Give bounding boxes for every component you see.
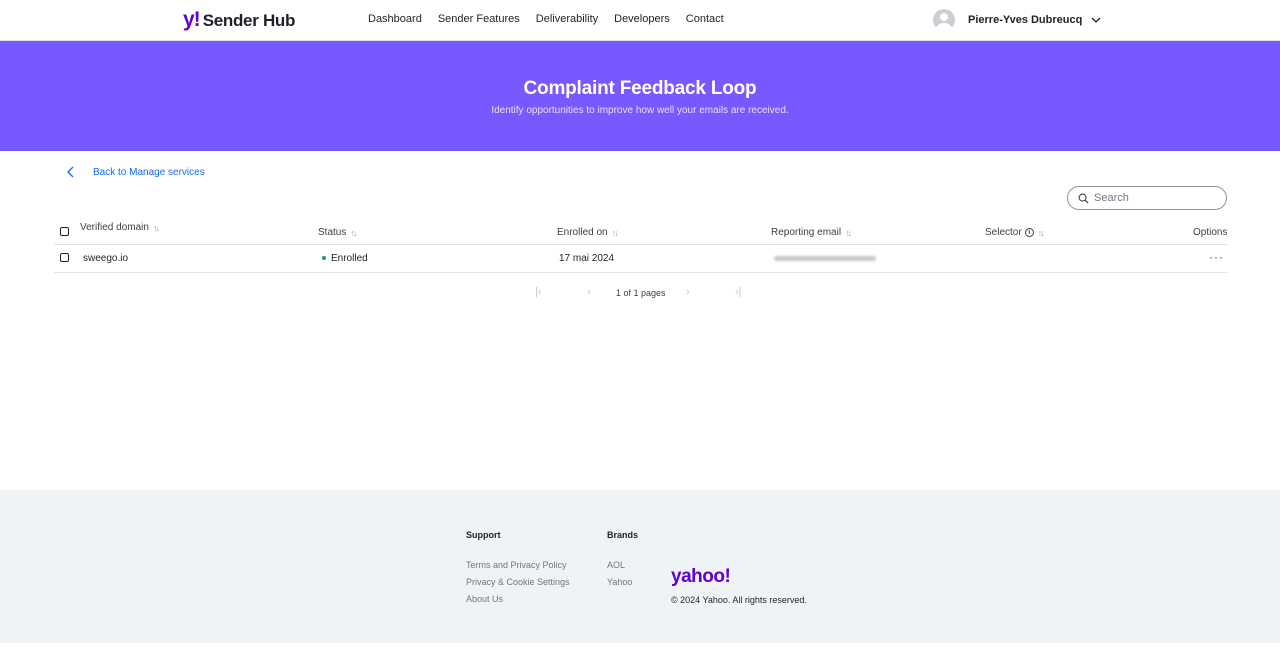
back-link-label: Back to Manage services xyxy=(93,166,205,178)
status-cell: Enrolled xyxy=(322,253,368,264)
last-page-icon[interactable]: ›| xyxy=(735,286,742,298)
nav-sender-features[interactable]: Sender Features xyxy=(438,13,520,25)
column-enrolled-on[interactable]: Enrolled on ↑↓ xyxy=(557,227,619,238)
column-label: Options xyxy=(1193,227,1228,238)
chevron-left-icon xyxy=(67,166,74,178)
sort-icon[interactable]: ↑↓ xyxy=(350,228,357,238)
more-icon[interactable]: ··· xyxy=(1209,250,1224,264)
support-title: Support xyxy=(466,530,501,540)
yahoo-logo: yahoo! xyxy=(671,566,731,587)
nav-dashboard[interactable]: Dashboard xyxy=(368,13,422,25)
sort-icon[interactable]: ↑↓ xyxy=(845,228,852,238)
domains-table: Verified domain ↑↓ Status ↑↓ Enrolled on… xyxy=(54,216,1227,273)
column-label: Reporting email xyxy=(771,227,842,238)
page-indicator: 1 of 1 pages xyxy=(616,288,666,298)
pagination: |‹ ‹ 1 of 1 pages › ›| xyxy=(0,286,1280,300)
domain-cell: sweego.io xyxy=(83,253,129,264)
main-nav: Dashboard Sender Features Deliverability… xyxy=(368,13,740,25)
next-page-icon[interactable]: › xyxy=(686,286,690,298)
page-subtitle: Identify opportunities to improve how we… xyxy=(491,105,789,116)
nav-developers[interactable]: Developers xyxy=(614,13,670,25)
footer: Support Terms and Privacy Policy Privacy… xyxy=(0,490,1280,643)
avatar-icon xyxy=(933,9,955,31)
top-navigation-bar: y! Sender Hub Dashboard Sender Features … xyxy=(0,0,1280,41)
row-checkbox[interactable] xyxy=(60,253,69,262)
back-link[interactable]: Back to Manage services xyxy=(64,165,205,179)
column-label: Enrolled on xyxy=(557,227,608,238)
first-page-icon[interactable]: |‹ xyxy=(535,286,542,298)
footer-link-yahoo[interactable]: Yahoo xyxy=(607,577,632,587)
footer-link-privacy[interactable]: Privacy & Cookie Settings xyxy=(466,577,570,587)
copyright: © 2024 Yahoo. All rights reserved. xyxy=(671,595,807,605)
chevron-down-icon[interactable] xyxy=(1089,13,1103,27)
status-text: Enrolled xyxy=(331,253,368,264)
enrolled-on-cell: 17 mai 2024 xyxy=(559,253,615,264)
page-banner: Complaint Feedback Loop Identify opportu… xyxy=(0,41,1280,151)
sort-icon[interactable]: ↑↓ xyxy=(612,228,619,238)
table-header: Verified domain ↑↓ Status ↑↓ Enrolled on… xyxy=(54,216,1227,245)
column-label: Status xyxy=(318,227,347,238)
brands-title: Brands xyxy=(607,530,639,540)
yahoo-logo-mark: y! xyxy=(183,8,201,31)
search-box[interactable] xyxy=(1067,186,1227,210)
column-label: Verified domain xyxy=(80,222,149,233)
user-name: Pierre-Yves Dubreucq xyxy=(968,14,1083,26)
info-icon[interactable]: i xyxy=(1024,228,1034,237)
footer-link-about[interactable]: About Us xyxy=(466,594,503,604)
sort-icon[interactable]: ↑↓ xyxy=(1038,228,1045,238)
page-title: Complaint Feedback Loop xyxy=(523,78,757,99)
column-status[interactable]: Status ↑↓ xyxy=(318,227,357,238)
prev-page-icon[interactable]: ‹ xyxy=(587,286,591,298)
sort-icon[interactable]: ↑↓ xyxy=(153,223,160,233)
nav-contact[interactable]: Contact xyxy=(686,13,724,25)
column-verified-domain[interactable]: Verified domain ↑↓ xyxy=(80,222,160,233)
select-all-checkbox[interactable] xyxy=(60,227,69,236)
column-label: Selector xyxy=(985,227,1022,238)
status-dot-icon xyxy=(322,256,326,261)
column-options: Options xyxy=(1193,227,1227,238)
column-reporting-email[interactable]: Reporting email ↑↓ xyxy=(771,227,852,238)
nav-deliverability[interactable]: Deliverability xyxy=(536,13,598,25)
search-icon xyxy=(1078,193,1089,204)
logo-text: Sender Hub xyxy=(202,11,296,30)
table-row[interactable]: sweego.io Enrolled 17 mai 2024 ··· xyxy=(54,245,1227,273)
sender-hub-logo[interactable]: y! Sender Hub xyxy=(183,8,295,32)
column-selector[interactable]: Selector i ↑↓ xyxy=(985,227,1045,238)
user-menu[interactable]: Pierre-Yves Dubreucq xyxy=(933,9,1103,31)
footer-link-aol[interactable]: AOL xyxy=(607,560,625,570)
search-input[interactable] xyxy=(1094,192,1214,204)
reporting-email-redacted xyxy=(774,256,876,261)
footer-link-terms[interactable]: Terms and Privacy Policy xyxy=(466,560,567,570)
